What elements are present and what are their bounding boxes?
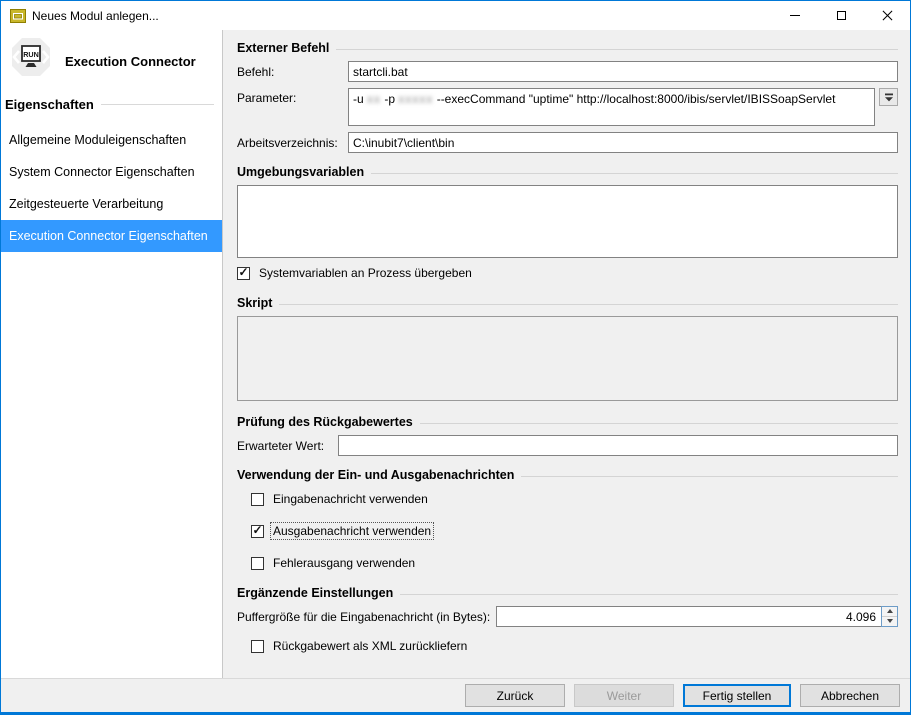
puffergroesse-row: Puffergröße für die Eingabenachricht (in… — [237, 606, 898, 627]
parameter-mid: -p — [381, 92, 398, 106]
maximize-icon — [837, 11, 846, 20]
parameter-prefix: -u — [353, 92, 367, 106]
checkmark-icon: ✓ — [252, 525, 262, 536]
fehlerausgang-checkbox-row: Fehlerausgang verwenden — [251, 554, 898, 572]
group-umgebungsvariablen: Umgebungsvariablen — [237, 165, 898, 179]
module-header: RUN Execution Connector — [1, 35, 222, 87]
erwarteter-wert-input[interactable] — [338, 435, 898, 456]
sidebar-section-title: Eigenschaften — [5, 97, 94, 112]
spinner-up-button[interactable] — [882, 607, 897, 617]
group-rule — [420, 423, 898, 424]
systemvariablen-checkbox-label: Systemvariablen an Prozess übergeben — [256, 264, 475, 282]
run-connector-icon: RUN — [9, 35, 53, 88]
module-title: Execution Connector — [65, 54, 196, 69]
sidebar-section-header: Eigenschaften — [1, 87, 222, 114]
expand-dropdown-icon — [884, 93, 894, 102]
puffergroesse-label: Puffergröße für die Eingabenachricht (in… — [237, 610, 490, 624]
group-rule — [521, 476, 898, 477]
group-rule — [371, 173, 898, 174]
ausgabenachricht-checkbox-label: Ausgabenachricht verwenden — [270, 522, 434, 540]
redacted-username: xx — [367, 92, 381, 106]
parameter-label: Parameter: — [237, 91, 348, 105]
fertig-stellen-button[interactable]: Fertig stellen — [683, 684, 791, 707]
befehl-input[interactable] — [348, 61, 898, 82]
abbrechen-button[interactable]: Abbrechen — [800, 684, 900, 707]
group-rule — [336, 49, 898, 50]
skript-textarea — [237, 316, 898, 401]
puffergroesse-input[interactable] — [496, 606, 881, 627]
sidebar-item-system-connector-eigenschaften[interactable]: System Connector Eigenschaften — [1, 156, 222, 188]
fehlerausgang-checkbox-label: Fehlerausgang verwenden — [270, 554, 418, 572]
ausgabenachricht-checkbox[interactable]: ✓ — [251, 525, 264, 538]
group-title: Umgebungsvariablen — [237, 165, 364, 179]
group-title: Skript — [237, 296, 272, 310]
svg-text:RUN: RUN — [23, 50, 39, 59]
erwarteter-wert-label: Erwarteter Wert: — [237, 439, 338, 453]
down-arrow-icon — [887, 619, 893, 623]
parameter-expand-button[interactable] — [879, 88, 898, 106]
title-bar: Neues Modul anlegen... — [1, 1, 910, 30]
puffergroesse-spinner — [496, 606, 898, 627]
group-title: Verwendung der Ein- und Ausgabenachricht… — [237, 468, 514, 482]
befehl-label: Befehl: — [237, 65, 348, 79]
group-pruefung-rueckgabewert: Prüfung des Rückgabewertes — [237, 415, 898, 429]
systemvariablen-checkbox-row: ✓ Systemvariablen an Prozess übergeben — [237, 264, 898, 282]
weiter-button: Weiter — [574, 684, 674, 707]
close-button[interactable] — [864, 1, 910, 30]
sidebar-item-execution-connector-eigenschaften[interactable]: Execution Connector Eigenschaften — [1, 220, 222, 252]
group-title: Ergänzende Einstellungen — [237, 586, 393, 600]
minimize-icon — [790, 15, 800, 16]
rueckgabewert-xml-checkbox-label: Rückgabewert als XML zurückliefern — [270, 637, 470, 655]
main-panel: Externer Befehl Befehl: Parameter: -u xx… — [223, 30, 910, 678]
module-window-icon — [10, 8, 26, 24]
eingabenachricht-checkbox-row: Eingabenachricht verwenden — [251, 490, 898, 508]
group-ergaenzende-einstellungen: Ergänzende Einstellungen — [237, 586, 898, 600]
parameter-row: Parameter: -u xx -p xxxxx --execCommand … — [237, 88, 898, 126]
group-rule — [279, 304, 898, 305]
sidebar-item-allgemeine-moduleigenschaften[interactable]: Allgemeine Moduleigenschaften — [1, 124, 222, 156]
checkmark-icon: ✓ — [238, 267, 248, 278]
spinner-down-button[interactable] — [882, 617, 897, 627]
close-icon — [882, 10, 893, 21]
befehl-row: Befehl: — [237, 61, 898, 82]
sidebar-item-zeitgesteuerte-verarbeitung[interactable]: Zeitgesteuerte Verarbeitung — [1, 188, 222, 220]
sidebar-nav: Allgemeine Moduleigenschaften System Con… — [1, 124, 222, 252]
footer-button-bar: Zurück Weiter Fertig stellen Abbrechen — [1, 678, 910, 712]
spinner-buttons — [881, 606, 898, 627]
arbeitsverzeichnis-input[interactable] — [348, 132, 898, 153]
rueckgabewert-xml-checkbox[interactable] — [251, 640, 264, 653]
maximize-button[interactable] — [818, 1, 864, 30]
sidebar: RUN Execution Connector Eigenschaften Al… — [1, 30, 223, 678]
dialog-window: Neues Modul anlegen... RUN Execu — [0, 0, 911, 715]
eingabenachricht-checkbox[interactable] — [251, 493, 264, 506]
rueckgabewert-xml-checkbox-row: Rückgabewert als XML zurückliefern — [251, 637, 898, 655]
parameter-input[interactable]: -u xx -p xxxxx --execCommand "uptime" ht… — [348, 88, 875, 126]
arbeitsverzeichnis-row: Arbeitsverzeichnis: — [237, 132, 898, 153]
window-title: Neues Modul anlegen... — [32, 9, 772, 23]
group-title: Prüfung des Rückgabewertes — [237, 415, 413, 429]
minimize-button[interactable] — [772, 1, 818, 30]
group-title: Externer Befehl — [237, 41, 329, 55]
group-rule — [400, 594, 898, 595]
zurueck-button[interactable]: Zurück — [465, 684, 565, 707]
group-skript: Skript — [237, 296, 898, 310]
redacted-password: xxxxx — [398, 92, 433, 106]
group-externer-befehl: Externer Befehl — [237, 41, 898, 55]
erwarteter-wert-row: Erwarteter Wert: — [237, 435, 898, 456]
sidebar-section-rule — [101, 104, 214, 105]
parameter-suffix: --execCommand "uptime" http://localhost:… — [433, 92, 835, 106]
fehlerausgang-checkbox[interactable] — [251, 557, 264, 570]
up-arrow-icon — [887, 609, 893, 613]
systemvariablen-checkbox[interactable]: ✓ — [237, 267, 250, 280]
umgebungsvariablen-textarea[interactable] — [237, 185, 898, 258]
ausgabenachricht-checkbox-row: ✓ Ausgabenachricht verwenden — [251, 522, 898, 540]
group-verwendung-nachrichten: Verwendung der Ein- und Ausgabenachricht… — [237, 468, 898, 482]
arbeitsverzeichnis-label: Arbeitsverzeichnis: — [237, 136, 348, 150]
eingabenachricht-checkbox-label: Eingabenachricht verwenden — [270, 490, 431, 508]
